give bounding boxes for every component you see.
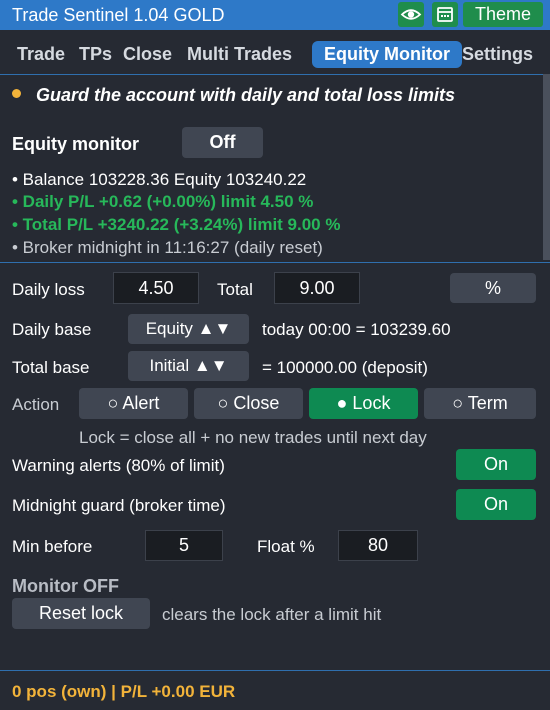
daily-loss-label: Daily loss [12,280,85,299]
daily-pl-line: • Daily P/L +0.62 (+0.00%) limit 4.50 % [12,192,314,211]
daily-loss-input[interactable]: 4.50 [113,272,199,304]
section-subtitle: Guard the account with daily and total l… [36,85,456,105]
title-bar: Trade Sentinel 1.04 GOLD Theme [0,0,550,30]
action-label: Action [12,395,60,414]
tab-trade[interactable]: Trade [17,41,65,68]
daily-base-select[interactable]: Equity ▲▼ [128,314,249,344]
reset-lock-info: clears the lock after a limit hit [162,605,382,624]
total-loss-input[interactable]: 9.00 [274,272,360,304]
eye-icon[interactable] [398,2,424,27]
section-divider [0,262,550,263]
reset-lock-button[interactable]: Reset lock [12,598,150,629]
tab-divider [0,74,550,75]
tab-close[interactable]: Close [123,41,172,68]
equity-monitor-toggle[interactable]: Off [182,127,263,158]
warning-alerts-label: Warning alerts (80% of limit) [12,456,225,475]
float-label: Float % [257,537,315,556]
window-title: Trade Sentinel 1.04 GOLD [12,5,225,25]
equity-monitor-label: Equity monitor [12,134,139,154]
daily-base-label: Daily base [12,320,92,339]
daily-base-info: today 00:00 = 103239.60 [262,320,451,339]
scrollbar-thumb[interactable] [543,74,550,260]
status-bar: 0 pos (own) | P/L +0.00 EUR [12,682,236,701]
total-base-info: = 100000.00 (deposit) [262,358,428,377]
action-close-radio[interactable]: ○ Close [194,388,303,419]
action-lock-radio[interactable]: ● Lock [309,388,418,419]
midnight-guard-toggle[interactable]: On [456,489,536,520]
tab-equity-monitor[interactable]: Equity Monitor [312,41,462,68]
total-label: Total [217,280,253,299]
tab-tps[interactable]: TPs [79,41,112,68]
total-base-label: Total base [12,358,90,377]
balance-equity-line: • Balance 103228.36 Equity 103240.22 [12,170,307,189]
total-base-select[interactable]: Initial ▲▼ [128,351,249,381]
midnight-guard-label: Midnight guard (broker time) [12,496,226,515]
warning-alerts-toggle[interactable]: On [456,449,536,480]
footer-divider [0,670,550,671]
min-before-input[interactable]: 5 [145,530,223,561]
calendar-icon[interactable] [432,2,458,27]
tab-multi-trades[interactable]: Multi Trades [187,41,292,68]
bullet-icon [12,89,21,98]
unit-toggle-button[interactable]: % [450,273,536,303]
action-alert-radio[interactable]: ○ Alert [79,388,188,419]
min-before-label: Min before [12,537,93,556]
tab-settings[interactable]: Settings [462,41,533,68]
monitor-status: Monitor OFF [12,576,119,596]
float-input[interactable]: 80 [338,530,418,561]
total-pl-line: • Total P/L +3240.22 (+3.24%) limit 9.00… [12,215,341,234]
action-description: Lock = close all + no new trades until n… [79,428,427,447]
theme-button[interactable]: Theme [463,2,543,27]
broker-midnight-line: • Broker midnight in 11:16:27 (daily res… [12,238,323,257]
action-term-radio[interactable]: ○ Term [424,388,536,419]
